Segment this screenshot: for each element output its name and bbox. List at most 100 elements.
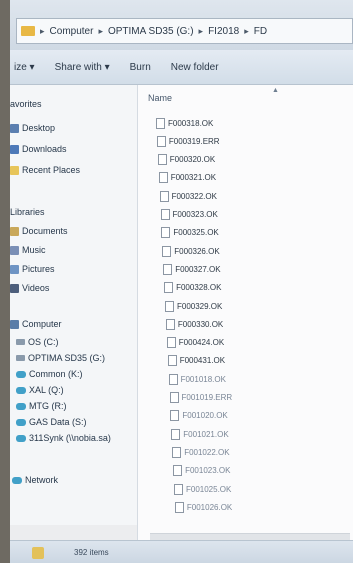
nav-recent-places[interactable]: Recent Places: [10, 163, 80, 177]
nav-network[interactable]: Network: [12, 473, 58, 487]
file-icon: [165, 318, 175, 330]
file-row[interactable]: F000325.OK: [161, 226, 219, 240]
nav-music[interactable]: Music: [10, 243, 46, 257]
breadcrumb-fi2018[interactable]: FI2018: [208, 26, 239, 37]
nav-drive-gas[interactable]: GAS Data (S:): [16, 415, 87, 429]
new-folder-button[interactable]: New folder: [171, 62, 219, 73]
drive-label: Common (K:): [29, 369, 83, 379]
nav-drive-synk[interactable]: 311Synk (\\nobia.sa): [16, 431, 111, 445]
music-label: Music: [22, 245, 46, 255]
nav-favorites[interactable]: avorites: [10, 97, 42, 111]
file-row[interactable]: F001018.OK: [168, 372, 226, 386]
file-name: F001022.OK: [184, 447, 230, 457]
nav-libraries[interactable]: Libraries: [10, 205, 45, 219]
breadcrumb-fd[interactable]: FD: [254, 26, 267, 37]
file-row[interactable]: F000431.OK: [167, 354, 225, 368]
nav-drive-xal[interactable]: XAL (Q:): [16, 383, 64, 397]
file-row[interactable]: F000321.OK: [158, 171, 217, 185]
chevron-right-icon: ▸: [98, 25, 103, 36]
file-row[interactable]: F001019.ERR: [169, 391, 233, 405]
drive-icon: [16, 355, 25, 361]
nav-downloads[interactable]: Downloads: [10, 142, 67, 156]
recent-places-label: Recent Places: [22, 165, 81, 175]
nav-drive-optima[interactable]: OPTIMA SD35 (G:): [16, 351, 105, 365]
file-name: F001025.OK: [186, 484, 232, 494]
horizontal-scrollbar[interactable]: [150, 533, 350, 540]
file-row[interactable]: F000322.OK: [159, 189, 217, 203]
file-row[interactable]: F000319.ERR: [156, 134, 220, 148]
file-name: F001019.ERR: [181, 393, 233, 402]
file-row[interactable]: F000326.OK: [162, 244, 220, 258]
nav-drive-mtg[interactable]: MTG (R:): [16, 399, 67, 413]
nav-desktop[interactable]: Desktop: [10, 121, 55, 135]
downloads-icon: [10, 144, 19, 154]
file-icon: [165, 300, 174, 312]
file-name: F000321.OK: [170, 173, 217, 183]
file-row[interactable]: F000320.OK: [157, 153, 215, 167]
file-row[interactable]: F000328.OK: [164, 281, 221, 295]
file-name: F001021.OK: [183, 429, 229, 439]
file-name: F001026.OK: [186, 502, 233, 512]
nav-videos[interactable]: Videos: [10, 281, 49, 295]
file-row[interactable]: F000330.OK: [165, 317, 224, 331]
file-row[interactable]: F001020.OK: [170, 409, 228, 423]
nav-computer[interactable]: Computer: [10, 317, 62, 331]
file-name: F000328.OK: [176, 283, 222, 293]
documents-label: Documents: [22, 226, 68, 236]
file-name: F000424.OK: [178, 338, 225, 348]
share-with-button[interactable]: Share with ▾: [55, 62, 110, 73]
nav-documents[interactable]: Documents: [10, 224, 68, 238]
drive-icon: [16, 339, 25, 345]
file-list: ▲ Name F000318.OK F000319.ERR F000320.OK F0…: [138, 85, 353, 540]
file-icon: [167, 355, 177, 367]
file-name: F000330.OK: [177, 319, 224, 329]
nav-drive-os[interactable]: OS (C:): [16, 335, 59, 349]
file-icon: [164, 282, 174, 294]
file-name: F000318.OK: [168, 118, 214, 128]
breadcrumb-computer[interactable]: Computer: [50, 26, 94, 37]
computer-label: Computer: [22, 319, 62, 329]
file-icon: [174, 483, 183, 495]
file-icon: [170, 410, 180, 422]
nav-pictures[interactable]: Pictures: [10, 262, 55, 276]
command-bar: ize ▾ Share with ▾ Burn New folder: [10, 50, 353, 85]
documents-icon: [10, 226, 19, 236]
burn-button[interactable]: Burn: [130, 62, 151, 73]
file-icon: [158, 172, 168, 184]
address-bar: ▸ Computer ▸ OPTIMA SD35 (G:) ▸ FI2018 ▸…: [10, 0, 353, 51]
navigation-pane: avorites Desktop Downloads Recent Places…: [10, 85, 138, 525]
organize-button[interactable]: ize ▾: [14, 62, 35, 73]
file-row[interactable]: F001022.OK: [172, 445, 230, 459]
desktop-icon: [10, 123, 19, 133]
file-row[interactable]: F000329.OK: [165, 299, 222, 313]
column-header-name[interactable]: Name: [148, 93, 172, 103]
file-row[interactable]: F001026.OK: [174, 500, 233, 514]
file-icon: [161, 227, 171, 239]
address-path[interactable]: ▸ Computer ▸ OPTIMA SD35 (G:) ▸ FI2018 ▸…: [16, 18, 353, 44]
file-row[interactable]: F001025.OK: [174, 482, 231, 496]
file-row[interactable]: F000323.OK: [160, 208, 218, 222]
file-row[interactable]: F001023.OK: [173, 464, 230, 478]
file-name: F000322.OK: [171, 191, 217, 201]
folder-icon: [21, 26, 35, 36]
desktop-label: Desktop: [22, 123, 56, 133]
file-icon: [159, 190, 169, 202]
file-icon: [173, 465, 183, 477]
file-icon: [156, 135, 166, 147]
file-name: F001018.OK: [180, 374, 226, 384]
file-row[interactable]: F000327.OK: [163, 262, 221, 276]
downloads-label: Downloads: [22, 144, 67, 154]
file-row[interactable]: F000424.OK: [166, 336, 225, 350]
breadcrumb-optima-drive[interactable]: OPTIMA SD35 (G:): [108, 26, 194, 37]
file-icon: [166, 337, 176, 349]
chevron-right-icon: ▸: [198, 25, 204, 36]
file-row[interactable]: F001021.OK: [171, 427, 229, 441]
file-row[interactable]: F000318.OK: [156, 116, 213, 130]
drive-label: GAS Data (S:): [29, 417, 87, 427]
file-icon: [174, 501, 184, 513]
file-name: F000323.OK: [172, 210, 218, 219]
file-icon: [160, 209, 170, 220]
sort-indicator-icon: ▲: [272, 87, 279, 94]
folder-icon: [32, 547, 44, 559]
nav-drive-common[interactable]: Common (K:): [16, 367, 83, 381]
